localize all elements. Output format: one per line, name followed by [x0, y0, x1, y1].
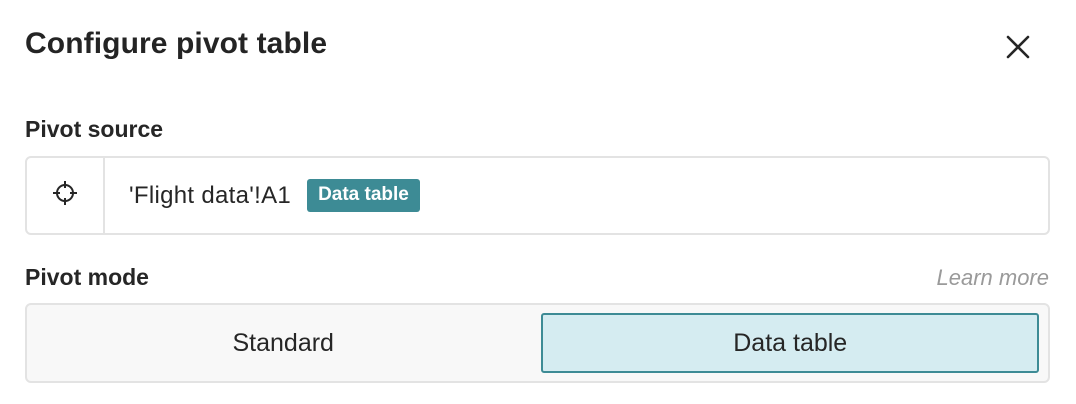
- configure-pivot-dialog: Configure pivot table Pivot source 'Flig…: [0, 0, 1076, 404]
- close-icon: [1006, 35, 1030, 59]
- select-range-button[interactable]: [27, 158, 105, 233]
- learn-more-link[interactable]: Learn more: [936, 265, 1049, 291]
- mode-option-data-table[interactable]: Data table: [541, 313, 1039, 373]
- pivot-source-input[interactable]: 'Flight data'!A1 Data table: [105, 158, 1048, 233]
- mode-option-standard[interactable]: Standard: [31, 313, 535, 373]
- pivot-source-label: Pivot source: [25, 116, 164, 142]
- close-button[interactable]: [1000, 29, 1036, 65]
- dialog-title: Configure pivot table: [25, 27, 328, 60]
- pivot-mode-toggle: Standard Data table: [25, 303, 1050, 383]
- source-reference: 'Flight data'!A1: [129, 181, 292, 209]
- pivot-source-field: 'Flight data'!A1 Data table: [25, 156, 1050, 235]
- pivot-mode-label: Pivot mode: [25, 264, 149, 290]
- crosshair-icon: [52, 180, 78, 211]
- data-table-badge: Data table: [307, 178, 420, 213]
